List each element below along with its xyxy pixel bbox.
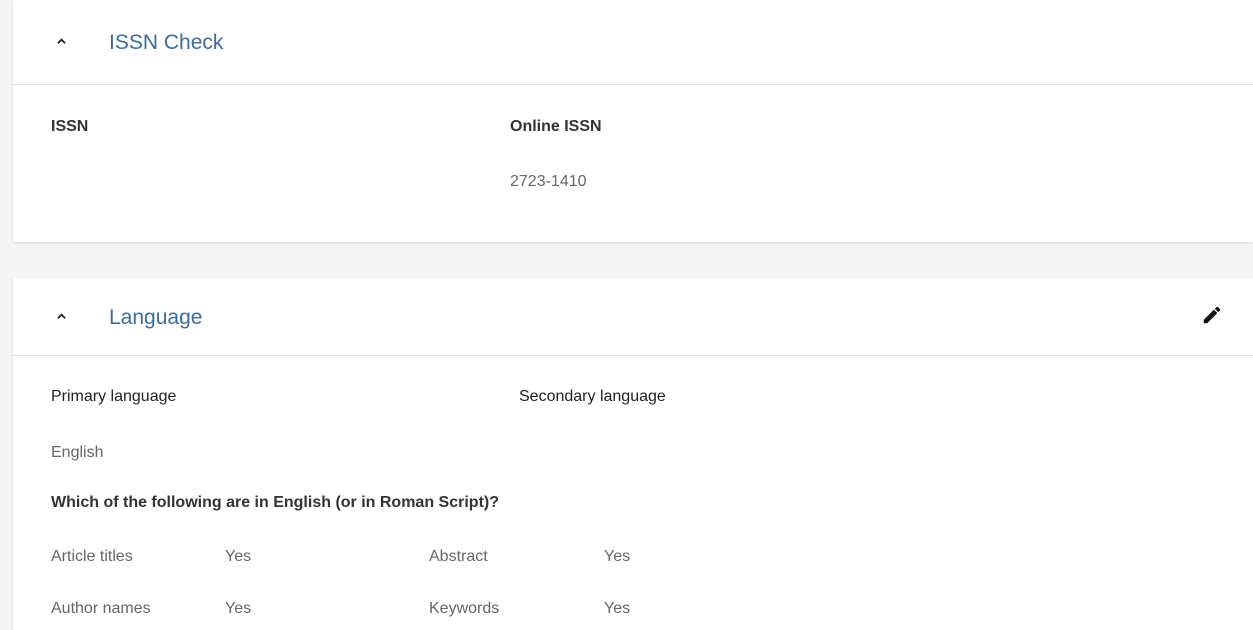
english-question: Which of the following are in English (o… — [51, 494, 499, 511]
primary-language-value: English — [51, 444, 104, 461]
issn-check-card: ISSN Check ISSN Online ISSN 2723-1410 — [13, 0, 1253, 242]
article-titles-label: Article titles — [51, 548, 133, 565]
online-issn-label: Online ISSN — [510, 118, 602, 135]
language-card: Language Primary language Secondary lang… — [13, 278, 1253, 630]
issn-check-header[interactable]: ISSN Check — [13, 0, 1253, 85]
issn-check-title: ISSN Check — [109, 31, 224, 54]
chevron-up-icon[interactable] — [57, 312, 66, 321]
secondary-language-label: Secondary language — [519, 388, 666, 405]
author-names-value: Yes — [225, 600, 252, 617]
article-titles-value: Yes — [225, 548, 252, 565]
chevron-up-icon[interactable] — [57, 37, 66, 46]
issn-label: ISSN — [51, 118, 89, 135]
online-issn-value: 2723-1410 — [510, 173, 587, 190]
keywords-value: Yes — [604, 600, 631, 617]
language-title: Language — [109, 306, 203, 329]
keywords-label: Keywords — [429, 600, 500, 617]
primary-language-label: Primary language — [51, 388, 177, 405]
author-names-label: Author names — [51, 600, 151, 617]
language-header[interactable]: Language — [13, 278, 1253, 356]
pencil-icon[interactable] — [1201, 304, 1223, 326]
abstract-value: Yes — [604, 548, 631, 565]
abstract-label: Abstract — [429, 548, 488, 565]
